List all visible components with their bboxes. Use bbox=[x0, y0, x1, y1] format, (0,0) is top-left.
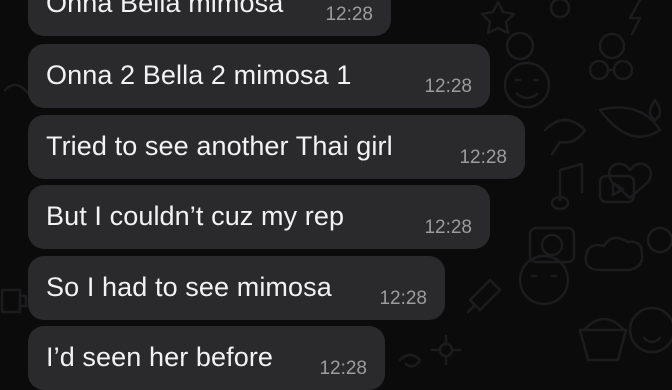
message-bubble[interactable]: Tried to see another Thai girl 12:28 bbox=[28, 115, 525, 179]
message-bubble[interactable]: So I had to see mimosa 12:28 bbox=[28, 256, 445, 320]
message-timestamp: 12:28 bbox=[319, 358, 367, 379]
message-bubble[interactable]: Onna Bella mimosa 12:28 bbox=[28, 0, 391, 36]
message-bubble[interactable]: But I couldn’t cuz my rep 12:28 bbox=[28, 185, 490, 249]
message-text: Tried to see another Thai girl bbox=[46, 131, 393, 161]
message-bubble[interactable]: I’d seen her before 12:28 bbox=[28, 326, 385, 390]
message-text: I’d seen her before bbox=[46, 342, 274, 372]
message-text: But I couldn’t cuz my rep bbox=[46, 201, 345, 231]
message-list[interactable]: Onna Bella mimosa 12:28 Onna 2 Bella 2 m… bbox=[0, 0, 672, 390]
message-timestamp: 12:28 bbox=[459, 147, 507, 168]
message-timestamp: 12:28 bbox=[424, 217, 472, 238]
message-timestamp: 12:28 bbox=[325, 4, 373, 25]
message-text: So I had to see mimosa bbox=[46, 272, 332, 302]
message-timestamp: 12:28 bbox=[379, 288, 427, 309]
message-bubble[interactable]: Onna 2 Bella 2 mimosa 1 12:28 bbox=[28, 44, 490, 108]
message-text: Onna Bella mimosa bbox=[46, 0, 284, 18]
message-timestamp: 12:28 bbox=[424, 76, 472, 97]
message-text: Onna 2 Bella 2 mimosa 1 bbox=[46, 60, 352, 90]
